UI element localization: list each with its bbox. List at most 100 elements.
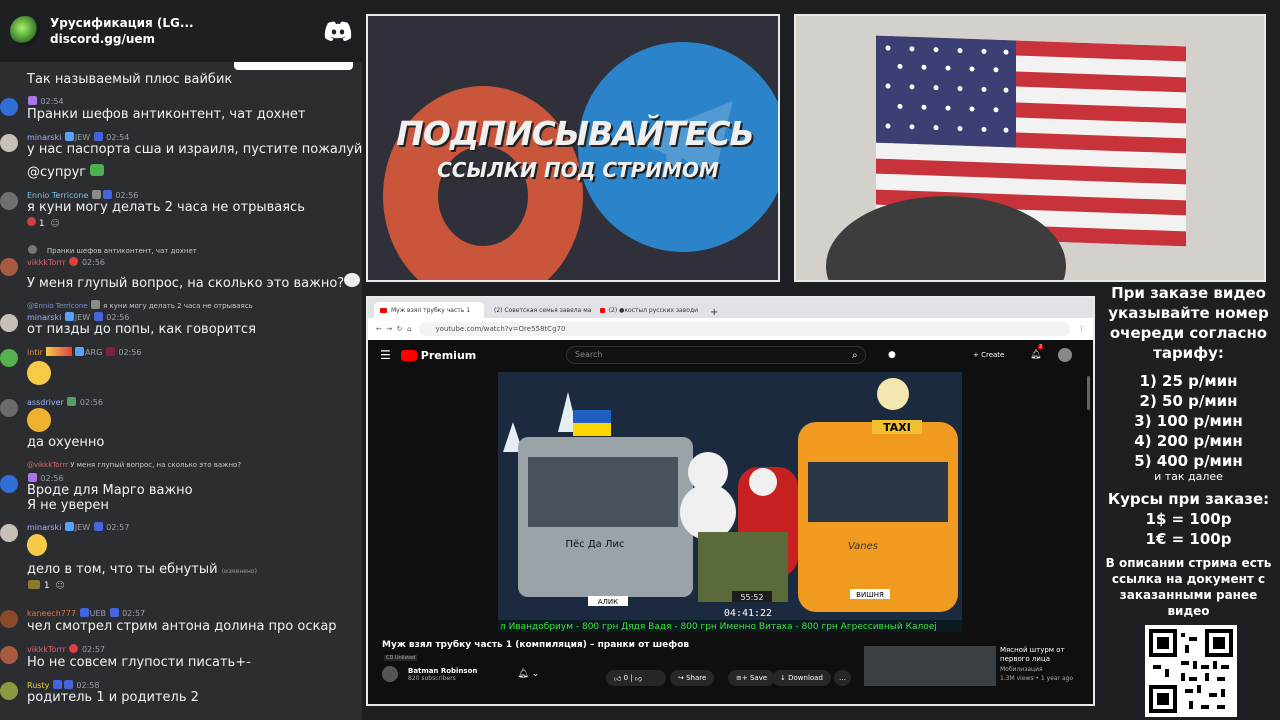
home-icon[interactable]: ⌂ [407,325,411,333]
share-icon: ↪ [678,674,684,682]
message-time: 02:56 [118,348,142,357]
tariff-item: 3) 100 р/мин [1134,412,1243,430]
message-text: у нас паспорта сша и израиля, пустите по… [27,142,362,157]
reply-preview: @Ennio Terricone я куни могу делать 2 ча… [27,300,253,310]
channel-name[interactable]: Batman Robinson [408,667,477,675]
reload-icon[interactable]: ↻ [397,325,403,333]
avatar [0,524,18,542]
username[interactable]: Rusty [27,681,49,690]
more-icon: … [839,674,846,682]
subscribe-banner: ПОДПИСЫВАЙТЕСЬ ССЫЛКИ ПОД СТРИМОМ [366,14,780,282]
youtube-logo-icon[interactable] [400,349,417,361]
message-time: 02:54 [106,133,130,142]
avatar [0,682,18,700]
recommended-title[interactable]: Мясной штурм от первого лица [1000,646,1090,664]
message-text: да охуенно [27,435,105,450]
save-button[interactable]: ≡+ Save [728,670,776,686]
message-time: 02:56 [40,474,64,483]
emoji-icon [27,534,47,556]
menu-icon[interactable]: ☰ [380,348,391,362]
forward-icon[interactable]: → [386,325,392,333]
back-icon[interactable]: ← [376,325,382,333]
search-icon[interactable]: ⌕ [852,350,858,361]
server-name: Урусификация (LG... [50,16,194,30]
video-player[interactable]: TAXI Пёс Да Лис Vanes АЛИК ВИШНЯ 55:52 0… [498,372,962,632]
message-text: Но не совсем глупости писать+- [27,655,251,670]
banner-label-left: Пёс Да Лис [566,539,625,550]
username[interactable]: minarski [27,133,61,142]
discord-icon [324,21,352,41]
like-button[interactable]: 👍︎ 0 | 👎︎ [606,670,666,686]
message-text: У меня глупый вопрос, на сколько это важ… [27,273,361,291]
username[interactable]: vikkkTorrr [27,645,66,654]
username[interactable]: kaneech777 [27,609,76,618]
avatar [0,646,18,664]
search-input[interactable]: Search [566,346,866,364]
mic-icon[interactable]: ● [888,350,896,360]
video-timer-top: 55:52 [740,593,763,602]
username[interactable]: minarski [27,313,61,322]
browser-tab[interactable]: Муж взял трубку часть 1 [374,302,484,318]
server-logo [10,16,40,46]
channel-avatar[interactable] [382,666,398,682]
emoji-icon [27,361,51,385]
message-emoji [27,361,51,389]
extensions-icon[interactable]: ⋮ [1078,325,1085,333]
avatar [0,475,18,493]
server-invite: discord.gg/uem [50,32,156,46]
username[interactable]: vikkkTorrr [27,258,66,267]
message-time: 02:58 [76,681,100,690]
message-text: родитель 1 и родитель 2 [27,690,199,705]
message-text: Так называемый плюс вайбик [27,72,233,87]
share-button[interactable]: ↪ Share [670,670,715,686]
plate-left: АЛИК [598,598,618,606]
video-thumbnail[interactable] [864,646,996,686]
bell-icon[interactable]: 🔔︎ ⌄ [517,669,539,679]
new-tab-icon[interactable]: + [710,307,718,318]
reaction-icon [28,580,40,589]
username[interactable]: assdriver [27,398,64,407]
message-time: 02:57 [106,523,130,532]
message-time: 02:56 [115,191,139,200]
order-instructions: При заказе видео указывайте номер очеред… [1108,284,1269,362]
download-button[interactable]: ↓ Download [772,670,831,686]
message-time: 02:54 [40,97,64,106]
taxi-sign: TAXI [883,421,911,434]
browser-tab[interactable]: (2) ●костыл русских заводи [594,302,704,318]
reaction[interactable]: 1 ☺ [27,217,60,229]
channel-info[interactable]: Batman Robinson 820 subscribers 🔔︎ ⌄ [382,666,539,682]
plate-right: ВИШНЯ [856,591,884,599]
avatar [0,399,18,417]
username[interactable]: Ennio Terricone [27,191,88,200]
video-title: Муж взял трубку часть 1 (компиляция) – п… [382,640,690,650]
browser-tab[interactable]: (2) Советская семья завела ма [484,302,594,318]
recommended-video[interactable]: Мясной штурм от первого лица Мобилизация… [864,644,1093,688]
subscriber-count: 820 subscribers [408,674,456,682]
thumbs-down-icon: 👎︎ [634,674,642,683]
webcam-feed [794,14,1266,282]
username[interactable]: intir [27,348,43,357]
create-button[interactable]: + Create [973,351,1004,359]
qr-code [1145,625,1237,717]
reaction[interactable]: 1 ☺ [27,580,65,591]
scrollbar[interactable] [1087,376,1090,410]
notifications-icon[interactable]: 🔔︎ [1030,350,1041,360]
donation-ticker: л Ивандобриум - 800 грн Дядя Вадя - 800 … [500,622,937,632]
url-input[interactable]: youtube.com/watch?v=Ore558tCg70 [419,322,1070,336]
server-header: Урусификация (LG... discord.gg/uem [0,0,362,62]
more-button[interactable]: … [834,670,851,686]
username[interactable]: minarski [27,523,61,532]
bus-brand: Vanes [848,541,878,552]
user-tag: JEW [74,133,91,142]
message-text-cont: @супруг [27,164,105,180]
save-icon: ≡+ [736,674,748,682]
message-text: чел смотрел стрим антона долина про оска… [27,619,337,634]
message-text: от пизды до попы, как говорится [27,322,256,337]
download-icon: ↓ [780,674,786,682]
avatar [0,610,18,628]
course-item: 1€ = 100р [1145,530,1232,548]
youtube-premium-logo[interactable]: Premium [421,349,476,362]
account-avatar[interactable] [1058,348,1072,362]
recommended-channel: Мобилизация [1000,666,1043,673]
address-bar: ← → ↻ ⌂ youtube.com/watch?v=Ore558tCg70 … [368,318,1093,340]
